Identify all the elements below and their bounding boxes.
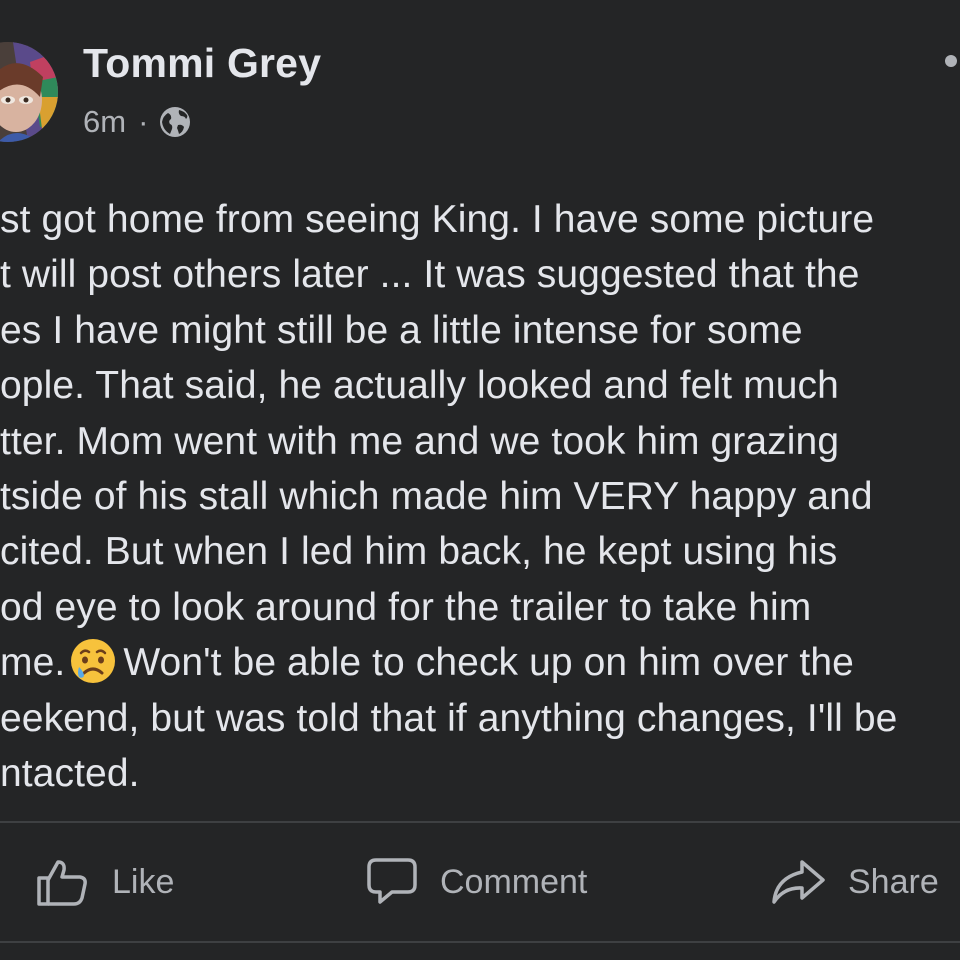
post-timestamp[interactable]: 6m: [83, 104, 126, 140]
post-text-line: cited. But when I led him back, he kept …: [0, 530, 838, 574]
author-name[interactable]: Tommi Grey: [83, 40, 321, 87]
like-button[interactable]: Like: [34, 852, 174, 912]
facebook-post-screen: Tommi Grey 6m · st got home from seeing …: [0, 0, 960, 960]
post-text-line: st got home from seeing King. I have som…: [0, 198, 875, 241]
sad-but-relieved-face-emoji: [71, 639, 116, 684]
thumbs-up-icon: [37, 860, 87, 906]
globe-icon[interactable]: [158, 105, 192, 139]
post-meta: 6m ·: [83, 104, 192, 140]
comment-bubble-icon: [367, 858, 417, 904]
post-text: st got home from seeing King. I have som…: [0, 192, 960, 801]
post-text-fragment: Won't be able to check up on him over th…: [123, 641, 854, 685]
actions-divider-top: [0, 821, 960, 823]
avatar-photo: [0, 42, 58, 142]
author-avatar[interactable]: [0, 42, 58, 142]
post-text-line: tter. Mom went with me and we took him g…: [0, 419, 840, 463]
post-text-line: eekend, but was told that if anything ch…: [0, 696, 898, 740]
more-dots-icon[interactable]: [945, 55, 957, 67]
share-arrow-icon: [772, 860, 825, 904]
actions-divider-bottom: [0, 941, 960, 943]
post-text-line: ntacted.: [0, 751, 140, 795]
share-label: Share: [848, 862, 939, 901]
post-text-line: t will post others later ... It was sugg…: [0, 253, 860, 297]
share-button[interactable]: Share: [770, 852, 939, 912]
meta-separator: ·: [138, 104, 149, 139]
comment-label: Comment: [440, 862, 588, 901]
like-label: Like: [112, 862, 175, 901]
post-text-line: es I have might still be a little intens…: [0, 308, 803, 352]
post-text-line: tside of his stall which made him VERY h…: [0, 474, 873, 518]
post-text-line: od eye to look around for the trailer to…: [0, 585, 812, 629]
post-text-fragment: me.: [0, 641, 66, 685]
post-text-line-with-emoji: me. Won't be able to check up on him ove…: [0, 635, 960, 690]
comment-button[interactable]: Comment: [366, 852, 587, 912]
post-text-line: ople. That said, he actually looked and …: [0, 364, 839, 408]
